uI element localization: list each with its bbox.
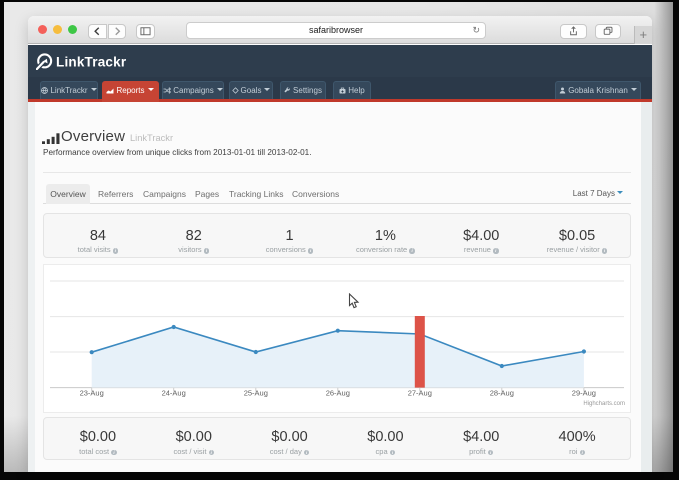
svg-text:25-Aug: 25-Aug — [244, 389, 268, 398]
svg-text:24-Aug: 24-Aug — [162, 389, 186, 398]
svg-text:26-Aug: 26-Aug — [326, 389, 350, 398]
svg-text:23-Aug: 23-Aug — [80, 389, 104, 398]
svg-text:28-Aug: 28-Aug — [490, 389, 514, 398]
svg-text:29-Aug: 29-Aug — [572, 389, 596, 398]
svg-text:Highcharts.com: Highcharts.com — [583, 401, 625, 407]
svg-text:27-Aug: 27-Aug — [408, 389, 432, 398]
